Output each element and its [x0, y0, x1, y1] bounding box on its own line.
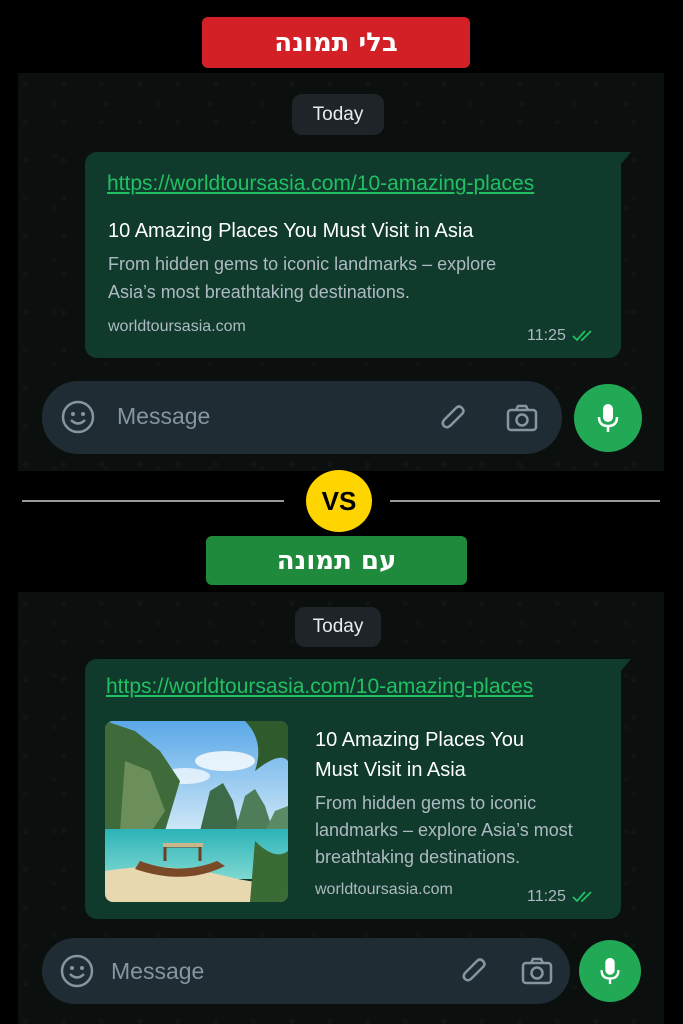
- link-preview-description-line2: landmarks – explore Asia’s most: [315, 820, 573, 840]
- link-preview-thumbnail[interactable]: [105, 721, 288, 902]
- message-input-bar[interactable]: Message: [42, 381, 562, 454]
- microphone-button[interactable]: [579, 940, 641, 1002]
- link-preview-title: 10 Amazing Places You Must Visit in Asia: [108, 220, 474, 242]
- date-separator: Today: [292, 94, 384, 135]
- link-preview-title-line1: 10 Amazing Places You: [315, 729, 525, 751]
- camera-icon[interactable]: [520, 954, 554, 988]
- label-with-image: עם תמונה: [206, 536, 467, 585]
- link-preview-title-line2: Must Visit in Asia: [315, 759, 466, 781]
- message-timestamp: 11:25: [527, 888, 566, 905]
- microphone-icon: [600, 957, 620, 985]
- message-input-bar[interactable]: Message: [42, 938, 570, 1004]
- message-bubble-without-image[interactable]: https://worldtoursasia.com/10-amazing-pl…: [85, 152, 631, 358]
- read-receipt-icon: [572, 330, 592, 342]
- attachment-icon[interactable]: [437, 401, 471, 435]
- message-time: 11:25: [527, 888, 596, 906]
- link-preview-description-line2: Asia’s most breathtaking destinations.: [108, 282, 410, 302]
- date-separator: Today: [295, 607, 381, 647]
- message-time: 11:25: [527, 327, 596, 345]
- message-timestamp: 11:25: [527, 327, 566, 344]
- microphone-button[interactable]: [574, 384, 642, 452]
- attachment-icon[interactable]: [458, 954, 492, 988]
- camera-icon[interactable]: [505, 401, 539, 435]
- message-input[interactable]: Message: [111, 958, 204, 985]
- link-preview-domain: worldtoursasia.com: [315, 881, 453, 898]
- microphone-icon: [597, 404, 619, 432]
- divider-right: [390, 500, 660, 502]
- link-preview-description-line3: breathtaking destinations.: [315, 847, 521, 867]
- message-link[interactable]: https://worldtoursasia.com/10-amazing-pl…: [106, 675, 533, 699]
- divider-left: [22, 500, 284, 502]
- message-input[interactable]: Message: [117, 403, 210, 430]
- read-receipt-icon: [572, 891, 592, 903]
- link-preview-domain: worldtoursasia.com: [108, 318, 246, 335]
- emoji-icon[interactable]: [59, 953, 95, 989]
- link-preview-description-line1: From hidden gems to iconic landmarks – e…: [108, 254, 497, 274]
- vs-badge: VS: [306, 470, 372, 532]
- emoji-icon[interactable]: [60, 399, 96, 435]
- label-without-image: בלי תמונה: [202, 17, 470, 68]
- link-preview-description-line1: From hidden gems to iconic: [315, 793, 537, 813]
- message-link[interactable]: https://worldtoursasia.com/10-amazing-pl…: [107, 172, 534, 196]
